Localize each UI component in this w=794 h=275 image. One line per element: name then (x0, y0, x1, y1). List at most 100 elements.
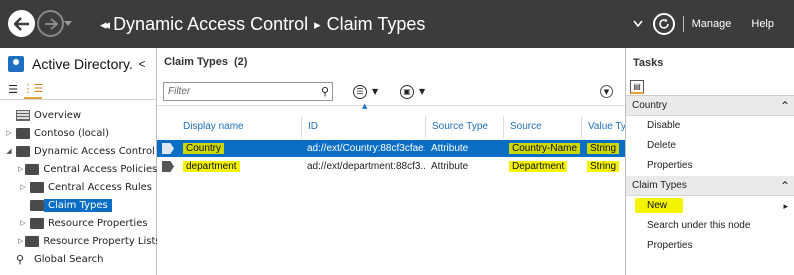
cell-id: ad://ext/department:88cf3... (301, 158, 425, 175)
list-view-icon[interactable]: ☰ (4, 81, 22, 99)
cell-text: Department (509, 161, 568, 172)
search-icon[interactable]: ⚲ (321, 85, 329, 98)
collapse-section-icon[interactable]: ⌃ (780, 99, 790, 113)
arrow-left-icon (13, 16, 29, 31)
tree-item-resource-properties[interactable]: ▷ Resource Properties (0, 214, 156, 232)
tree-item-central-access-rules[interactable]: ▷ Central Access Rules (0, 178, 156, 196)
chevron-down-icon[interactable] (632, 18, 643, 30)
tasks-toolbar: ▤ (626, 78, 794, 96)
collapse-pane-icon[interactable]: < (134, 57, 150, 71)
expander-icon[interactable]: ▷ (4, 129, 14, 137)
forward-button[interactable] (37, 10, 64, 37)
dropdown-arrow-icon: ▼ (419, 87, 426, 96)
toolbar-divider (682, 16, 684, 32)
content-toolbar: Filter ⚲ ☰ ▼ ▣ ▼ ▼ (157, 76, 625, 106)
arrow-right-icon (44, 17, 58, 30)
tree-item-label: Central Access Policies (43, 163, 158, 175)
expander-icon[interactable]: ▷ (18, 165, 23, 173)
cell-text: String (587, 161, 620, 172)
folder-icon (25, 235, 40, 247)
task-disable[interactable]: Disable (626, 116, 794, 136)
column-header-source[interactable]: Source (503, 116, 581, 138)
expander-icon[interactable]: ◢ (4, 147, 14, 155)
tree-item-label: Dynamic Access Control (34, 145, 155, 157)
cell-text: Attribute (431, 161, 469, 172)
tasks-title: Tasks (633, 57, 664, 69)
refresh-button[interactable] (652, 13, 675, 35)
title-bar: ◂◂ Dynamic Access Control ▸ Claim Types … (0, 0, 794, 48)
clipboard-icon[interactable]: ▤ (630, 79, 644, 94)
tree-item-global-search[interactable]: ⚲ Global Search (0, 250, 156, 268)
task-properties[interactable]: Properties (626, 236, 794, 256)
task-search-under-this-node[interactable]: Search under this node (626, 216, 794, 236)
task-new[interactable]: New (626, 196, 794, 216)
task-properties[interactable]: Properties (626, 156, 794, 176)
save-query-button[interactable]: ▣ ▼ (400, 82, 425, 101)
column-header-value-type[interactable]: Value Typ (581, 116, 625, 138)
admin-center-window: ◂◂ Dynamic Access Control ▸ Claim Types … (0, 0, 794, 275)
folder-icon (16, 127, 30, 139)
filter-placeholder: Filter (168, 86, 191, 97)
tree-item-label: Overview (34, 109, 82, 121)
table-row[interactable]: department ad://ext/department:88cf3... At… (157, 158, 625, 175)
tree-item-dynamic-access-control[interactable]: ◢ Dynamic Access Control (0, 142, 156, 160)
tree-item-label: Contoso (local) (34, 127, 110, 139)
back-button[interactable] (8, 10, 35, 37)
folder-icon (25, 163, 40, 175)
tree-view-icon[interactable]: ⋮☰ (23, 81, 43, 99)
cell-source-type: Attribute (425, 158, 503, 175)
tree-item-label: Global Search (34, 253, 104, 265)
table-header: Display name ID Source Type Source Value… (157, 116, 625, 138)
breadcrumb-item-claim-types[interactable]: Claim Types (327, 14, 426, 35)
task-label: Disable (647, 120, 681, 131)
task-delete[interactable]: Delete (626, 136, 794, 156)
active-directory-icon (8, 56, 24, 72)
tree-item-label: Claim Types (44, 198, 112, 212)
task-section-country[interactable]: Country ⌃ (626, 96, 794, 116)
cell-text: Country-Name (509, 143, 581, 154)
collapse-section-icon[interactable]: ⌃ (780, 179, 790, 193)
save-icon: ▣ (400, 84, 414, 99)
expander-icon[interactable]: ▷ (18, 237, 23, 245)
claim-type-icon (162, 143, 174, 154)
filter-input[interactable]: Filter ⚲ (163, 82, 333, 101)
search-icon: ⚲ (16, 252, 25, 266)
tree-item-overview[interactable]: Overview (0, 106, 156, 124)
column-header-id[interactable]: ID (301, 116, 425, 138)
expand-criteria-icon[interactable]: ▼ (600, 85, 613, 98)
column-header-source-type[interactable]: Source Type (425, 116, 503, 138)
breadcrumb-item-dynamic-access-control[interactable]: Dynamic Access Control (113, 14, 308, 35)
breadcrumb-root-chevron-icon[interactable]: ◂◂ (100, 17, 110, 33)
expander-icon[interactable]: ▷ (18, 219, 28, 227)
expander-icon[interactable]: ▷ (18, 183, 28, 191)
content-pane: Claim Types (2) Filter ⚲ ☰ ▼ ▣ ▼ ▼ ▲ Dis… (157, 48, 625, 275)
cell-text: ad://ext/department:88cf3... (307, 161, 425, 172)
task-label: Search under this node (647, 220, 751, 231)
task-sections: Country ⌃ Disable Delete Properties Claim Typ… (626, 96, 794, 256)
cell-source-type: Attribute (425, 140, 503, 157)
refresh-icon (658, 18, 669, 29)
tree-item-label: Central Access Rules (48, 181, 152, 193)
help-menu[interactable]: Help (751, 18, 774, 30)
tree-item-resource-property-lists[interactable]: ▷ Resource Property Lists (0, 232, 161, 250)
tree-item-central-access-policies[interactable]: ▷ Central Access Policies (0, 160, 158, 178)
title-bar-actions: Manage Help (632, 0, 794, 48)
cell-text: Attribute (431, 143, 469, 154)
tree-item-claim-types[interactable]: Claim Types (0, 196, 156, 214)
breadcrumb: ◂◂ Dynamic Access Control ▸ Claim Types (100, 14, 425, 35)
history-dropdown-icon[interactable] (63, 18, 73, 28)
view-options-button[interactable]: ☰ ▼ (353, 82, 378, 101)
task-section-claim-types[interactable]: Claim Types ⌃ (626, 176, 794, 196)
cell-source: Country-Name (503, 140, 581, 157)
content-title-text: Claim Types (164, 56, 228, 68)
navigation-pane: Active Directory... < ☰ ⋮☰ Overview ▷ Cont… (0, 48, 161, 275)
table-row[interactable]: Country ad://ext/Country:88cf3cfae... Attr… (157, 140, 625, 157)
cell-id: ad://ext/Country:88cf3cfae... (301, 140, 425, 157)
cell-value-type: String (581, 140, 625, 157)
sort-ascending-icon: ▲ (362, 102, 368, 110)
manage-menu[interactable]: Manage (692, 18, 732, 30)
navigation-title: Active Directory... (32, 56, 134, 72)
cell-text: String (587, 143, 620, 154)
tree-item-contoso-local[interactable]: ▷ Contoso (local) (0, 124, 156, 142)
column-header-display-name[interactable]: Display name (177, 116, 301, 138)
